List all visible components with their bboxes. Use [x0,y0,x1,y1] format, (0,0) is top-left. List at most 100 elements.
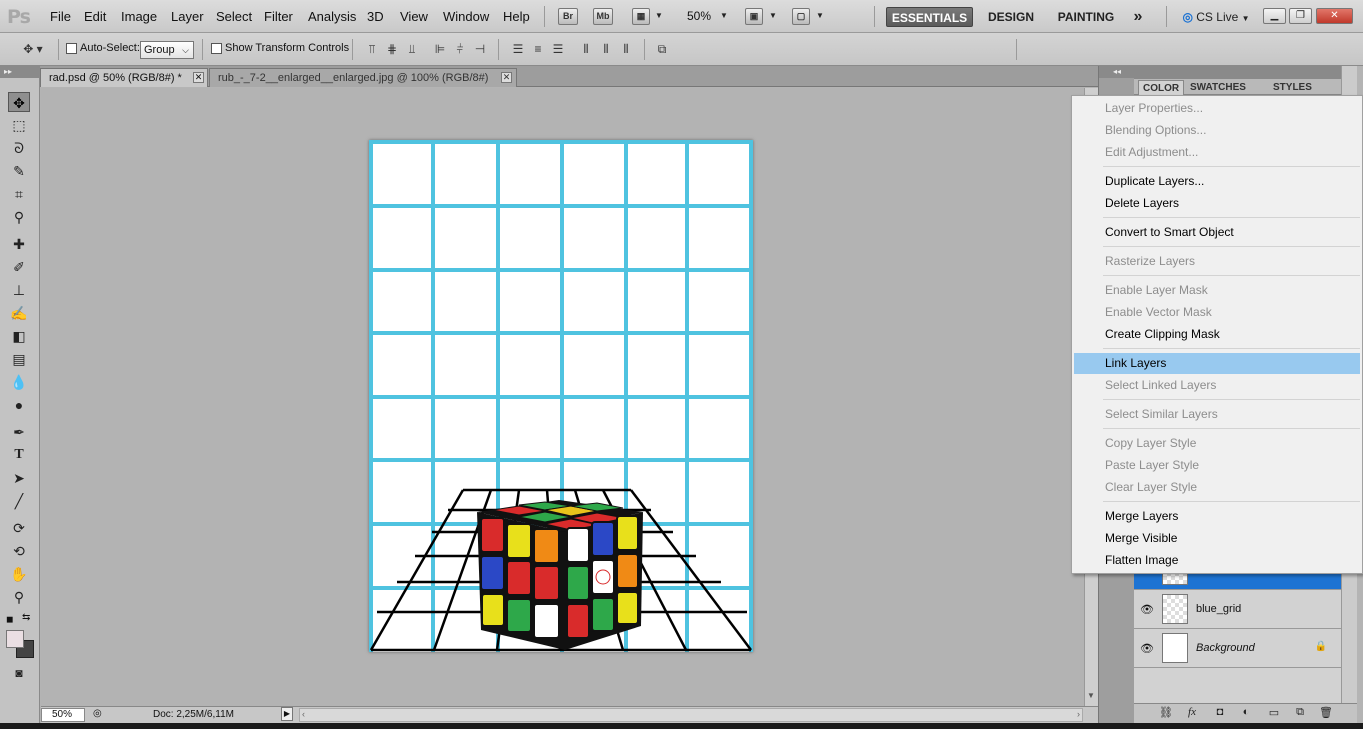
type-icon[interactable]: T [8,445,30,465]
distribute-right-icon[interactable]: ⦀ [618,42,634,56]
menu-item-convert-smart-object[interactable]: Convert to Smart Object [1074,222,1360,243]
close-icon[interactable]: ✕ [501,72,512,83]
brush-icon[interactable]: ✐ [8,257,30,277]
tab-swatches[interactable]: SWATCHES [1186,80,1250,95]
layer-style-icon[interactable]: fx [1184,706,1200,718]
scroll-right-icon[interactable]: › [1077,709,1080,719]
marquee-icon[interactable]: ⬚ [8,115,30,135]
close-button[interactable]: ✕ [1316,8,1353,24]
dock-expand-icon[interactable]: ◂◂ [1099,66,1135,78]
restore-button[interactable]: ❐ [1289,8,1312,24]
crop-icon[interactable]: ⌗ [8,184,30,204]
scroll-down-icon[interactable]: ▼ [1087,691,1095,700]
menu-item-link-layers[interactable]: Link Layers [1074,353,1360,374]
cs-live-button[interactable]: ◎ CS Live ▼ [1176,7,1256,27]
more-workspaces-icon[interactable]: » [1128,7,1148,27]
move-icon[interactable]: ✥ [8,92,30,112]
menu-item-layer-properties[interactable]: Layer Properties... [1074,98,1360,119]
menu-image[interactable]: Image [121,9,157,24]
show-transform-checkbox[interactable] [211,43,222,54]
menu-item-copy-layer-style[interactable]: Copy Layer Style [1074,433,1360,454]
pen-icon[interactable]: ✒ [8,422,30,442]
align-top-icon[interactable]: ⫪ [364,42,380,56]
tab-color[interactable]: COLOR [1138,80,1185,95]
delete-layer-icon[interactable]: 🗑 [1318,706,1334,719]
align-right-icon[interactable]: ⊣ [472,42,488,56]
gradient-icon[interactable]: ▤ [8,349,30,369]
3d-orbit-icon[interactable]: ⟲ [8,541,30,561]
chevron-down-icon[interactable]: ▼ [655,11,663,20]
layer-row-blue-grid[interactable]: 👁 blue_grid [1134,590,1341,629]
menu-item-merge-layers[interactable]: Merge Layers [1074,506,1360,527]
foreground-color-swatch[interactable] [6,630,24,648]
menu-filter[interactable]: Filter [264,9,293,24]
menu-item-select-linked-layers[interactable]: Select Linked Layers [1074,375,1360,396]
menu-item-create-clipping-mask[interactable]: Create Clipping Mask [1074,324,1360,345]
workspace-painting[interactable]: PAINTING [1050,7,1122,27]
adjustment-layer-icon[interactable]: ◐ [1238,706,1254,718]
history-brush-icon[interactable]: ✍ [8,303,30,323]
link-layers-icon[interactable]: ⛓ [1158,706,1174,719]
align-hcenter-icon[interactable]: ⫩ [452,42,468,56]
canvas-horizontal-scrollbar[interactable]: ‹ › [299,708,1083,722]
close-icon[interactable]: ✕ [193,72,204,83]
distribute-vcenter-icon[interactable]: ≡ [530,42,546,56]
toolbox-collapse-icon[interactable]: ▸▸ [0,66,40,78]
menu-analysis[interactable]: Analysis [308,9,356,24]
menu-window[interactable]: Window [443,9,489,24]
auto-align-layers-icon[interactable]: ⧉ [654,42,670,56]
menu-help[interactable]: Help [503,9,530,24]
menu-item-delete-layers[interactable]: Delete Layers [1074,193,1360,214]
minimize-button[interactable]: ▁ [1263,8,1286,24]
new-group-icon[interactable]: ▭ [1266,706,1282,719]
menu-item-flatten-image[interactable]: Flatten Image [1074,550,1360,571]
blur-icon[interactable]: 💧 [8,372,30,392]
dodge-icon[interactable]: ● [8,395,30,415]
eraser-icon[interactable]: ◧ [8,326,30,346]
align-vcenter-icon[interactable]: ⋕ [384,42,400,56]
auto-select-dropdown[interactable]: Group ⌵ [140,41,194,59]
tab-rub-jpg[interactable]: rub_-_7-2__enlarged__enlarged.jpg @ 100%… [209,68,517,87]
menu-item-duplicate-layers[interactable]: Duplicate Layers... [1074,171,1360,192]
view-extras-button[interactable]: ▦ [632,8,650,25]
arrange-documents-button[interactable]: ▣ [745,8,763,25]
minibridge-button[interactable]: Mb [593,8,613,25]
canvas-area[interactable] [41,88,1084,706]
eyedropper-icon[interactable]: ⚲ [8,207,30,227]
menu-item-enable-vector-mask[interactable]: Enable Vector Mask [1074,302,1360,323]
stamp-icon[interactable]: ⊥ [8,280,30,300]
chevron-down-icon[interactable]: ▼ [816,11,824,20]
swap-colors-icon[interactable]: ⇆ [22,612,30,623]
scroll-left-icon[interactable]: ‹ [302,709,305,719]
3d-rotate-icon[interactable]: ⟳ [8,518,30,538]
menu-item-merge-visible[interactable]: Merge Visible [1074,528,1360,549]
default-colors-icon[interactable]: ◼ [6,614,13,625]
bridge-button[interactable]: Br [558,8,578,25]
menu-item-select-similar-layers[interactable]: Select Similar Layers [1074,404,1360,425]
line-icon[interactable]: ╱ [8,491,30,511]
chevron-down-icon[interactable]: ▼ [769,11,777,20]
distribute-top-icon[interactable]: ☰ [510,42,526,56]
path-select-icon[interactable]: ➤ [8,468,30,488]
eye-icon[interactable]: 👁 [1138,641,1156,657]
hand-icon[interactable]: ✋ [8,564,30,584]
menu-item-enable-layer-mask[interactable]: Enable Layer Mask [1074,280,1360,301]
menu-layer[interactable]: Layer [171,9,204,24]
auto-select-checkbox[interactable] [66,43,77,54]
eye-icon[interactable]: 👁 [1138,602,1156,618]
chevron-down-icon[interactable]: ▼ [720,11,728,20]
menu-select[interactable]: Select [216,9,252,24]
tab-styles[interactable]: STYLES [1269,80,1316,95]
status-zoom-field[interactable]: 50% [41,708,85,722]
menu-item-edit-adjustment[interactable]: Edit Adjustment... [1074,142,1360,163]
menu-file[interactable]: File [50,9,71,24]
healing-icon[interactable]: ✚ [8,234,30,254]
distribute-bottom-icon[interactable]: ☰ [550,42,566,56]
document-canvas[interactable] [369,140,753,652]
distribute-hcenter-icon[interactable]: ⫴ [598,42,614,56]
status-info-icon[interactable]: ◎ [93,708,102,719]
zoom-icon[interactable]: ⚲ [8,587,30,607]
menu-item-rasterize-layers[interactable]: Rasterize Layers [1074,251,1360,272]
menu-view[interactable]: View [400,9,428,24]
menu-edit[interactable]: Edit [84,9,106,24]
